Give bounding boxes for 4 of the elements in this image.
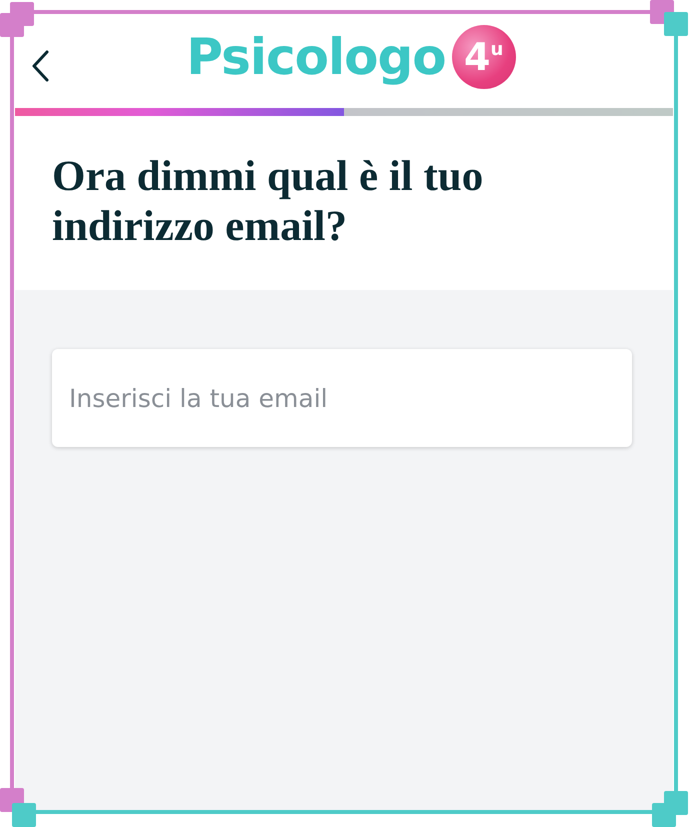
logo-badge: 4$^{u}$ (452, 24, 516, 88)
email-field[interactable]: Inserisci la tua email (52, 349, 632, 447)
logo-text: Psicologo (186, 28, 446, 86)
question-heading: Ora dimmi qual è il tuo indirizzo email? (51, 152, 484, 252)
